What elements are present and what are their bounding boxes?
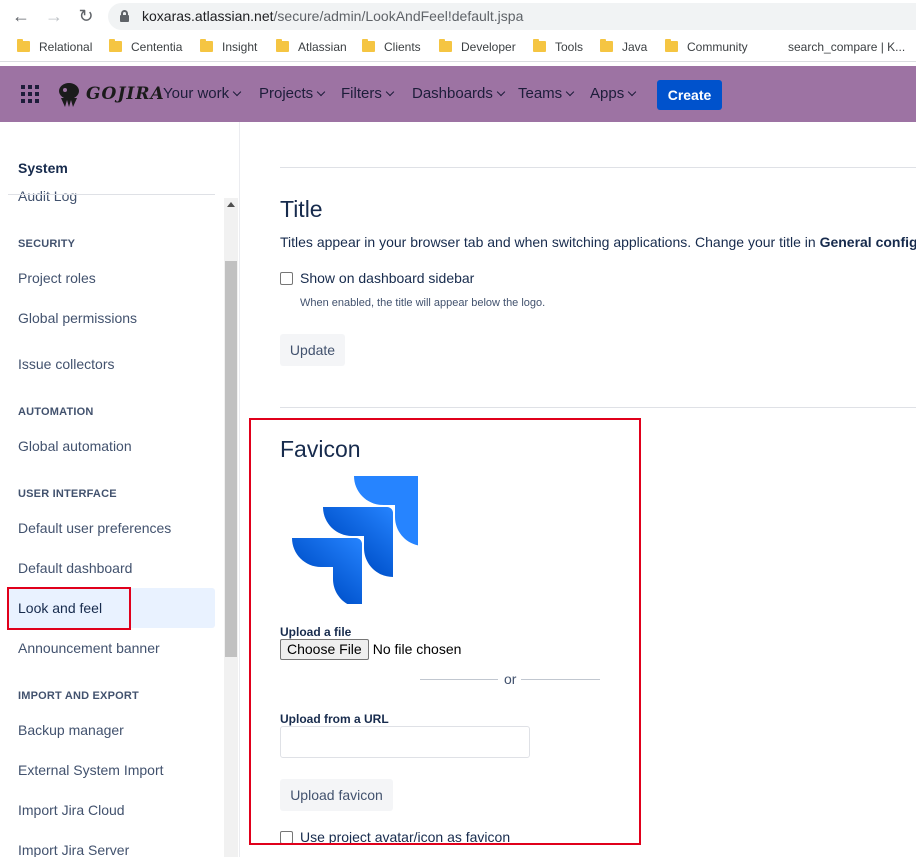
scroll-up-arrow-icon[interactable] bbox=[227, 202, 235, 207]
nav-teams[interactable]: Teams bbox=[518, 85, 575, 102]
section-divider bbox=[280, 167, 916, 168]
site-logo[interactable]: GOJIRA bbox=[55, 80, 164, 108]
bookmark-clients[interactable]: Clients bbox=[362, 39, 421, 55]
bookmark-relational[interactable]: Relational bbox=[17, 39, 92, 55]
nav-your-work[interactable]: Your work bbox=[163, 85, 242, 102]
nav-apps[interactable]: Apps bbox=[590, 85, 637, 102]
bookmark-search-compare[interactable]: search_compare | K... bbox=[788, 39, 905, 55]
update-button[interactable]: Update bbox=[280, 334, 345, 366]
highlight-box-favicon bbox=[249, 418, 641, 845]
bookmarks-bar: Relational Cententia Insight Atlassian C… bbox=[0, 33, 916, 62]
admin-sidebar: System Audit Log SECURITY Project roles … bbox=[0, 122, 240, 857]
sidebar-item-project-roles[interactable]: Project roles bbox=[18, 270, 96, 286]
sidebar-divider bbox=[8, 194, 215, 195]
sidebar-item-announcement-banner[interactable]: Announcement banner bbox=[18, 640, 160, 656]
title-description: Titles appear in your browser tab and wh… bbox=[280, 234, 916, 250]
folder-icon bbox=[362, 39, 375, 52]
sidebar-heading-automation: AUTOMATION bbox=[18, 406, 94, 418]
folder-icon bbox=[665, 39, 678, 52]
show-on-sidebar-checkbox[interactable] bbox=[280, 272, 293, 285]
folder-icon bbox=[276, 39, 289, 52]
highlight-box-look-and-feel bbox=[7, 587, 131, 630]
bookmark-developer[interactable]: Developer bbox=[439, 39, 516, 55]
nav-projects[interactable]: Projects bbox=[259, 85, 326, 102]
folder-icon bbox=[109, 39, 122, 52]
folder-icon bbox=[533, 39, 546, 52]
general-configuration-link[interactable]: General configuration bbox=[820, 234, 916, 250]
folder-icon bbox=[17, 39, 30, 52]
title-help-text: When enabled, the title will appear belo… bbox=[300, 297, 546, 309]
sidebar-heading-user-interface: USER INTERFACE bbox=[18, 488, 117, 500]
bookmark-insight[interactable]: Insight bbox=[200, 39, 257, 55]
bookmark-java[interactable]: Java bbox=[600, 39, 647, 55]
folder-icon bbox=[200, 39, 213, 52]
lock-icon bbox=[120, 10, 129, 22]
nav-dashboards[interactable]: Dashboards bbox=[412, 85, 506, 102]
sidebar-heading-import-export: IMPORT AND EXPORT bbox=[18, 690, 139, 702]
url-text: koxaras.atlassian.net/secure/admin/LookA… bbox=[142, 8, 524, 24]
reload-icon[interactable]: ↻ bbox=[76, 6, 96, 26]
sidebar-title: System bbox=[18, 160, 68, 176]
bookmark-tools[interactable]: Tools bbox=[533, 39, 583, 55]
sidebar-item-global-automation[interactable]: Global automation bbox=[18, 438, 132, 454]
folder-icon bbox=[600, 39, 613, 52]
sidebar-heading-security: SECURITY bbox=[18, 238, 76, 250]
chevron-down-icon bbox=[316, 87, 326, 97]
sidebar-item-import-jira-server[interactable]: Import Jira Server bbox=[18, 842, 129, 857]
chevron-down-icon bbox=[232, 87, 242, 97]
bookmark-atlassian[interactable]: Atlassian bbox=[276, 39, 347, 55]
browser-address-row: ← → ↻ koxaras.atlassian.net/secure/admin… bbox=[0, 0, 916, 33]
sidebar-item-global-permissions[interactable]: Global permissions bbox=[18, 310, 137, 326]
bookmark-community[interactable]: Community bbox=[665, 39, 748, 55]
sidebar-scrollbar[interactable] bbox=[224, 198, 238, 857]
show-on-sidebar-row[interactable]: Show on dashboard sidebar bbox=[280, 270, 474, 286]
section-divider bbox=[280, 407, 916, 408]
logo-text: GOJIRA bbox=[86, 84, 165, 104]
chevron-down-icon bbox=[627, 87, 637, 97]
chevron-down-icon bbox=[496, 87, 506, 97]
gojira-logo-icon bbox=[59, 83, 79, 107]
jira-top-nav: GOJIRA Your work Projects Filters Dashbo… bbox=[0, 66, 916, 122]
scrollbar-thumb[interactable] bbox=[225, 261, 237, 657]
sidebar-item-external-system-import[interactable]: External System Import bbox=[18, 762, 164, 778]
chevron-down-icon bbox=[565, 87, 575, 97]
folder-icon bbox=[439, 39, 452, 52]
back-arrow-icon[interactable]: ← bbox=[11, 6, 31, 26]
sidebar-item-default-dashboard[interactable]: Default dashboard bbox=[18, 560, 132, 576]
sidebar-item-issue-collectors[interactable]: Issue collectors bbox=[18, 356, 114, 372]
forward-arrow-icon[interactable]: → bbox=[44, 6, 64, 26]
nav-filters[interactable]: Filters bbox=[341, 85, 395, 102]
sidebar-item-audit-log[interactable]: Audit Log bbox=[18, 188, 77, 204]
sidebar-item-default-user-preferences[interactable]: Default user preferences bbox=[18, 520, 171, 536]
sidebar-item-import-jira-cloud[interactable]: Import Jira Cloud bbox=[18, 802, 125, 818]
url-bar[interactable]: koxaras.atlassian.net/secure/admin/LookA… bbox=[108, 3, 916, 30]
app-switcher-icon[interactable] bbox=[21, 85, 39, 103]
sidebar-item-backup-manager[interactable]: Backup manager bbox=[18, 722, 124, 738]
bookmark-cententia[interactable]: Cententia bbox=[109, 39, 182, 55]
title-heading: Title bbox=[280, 196, 323, 222]
create-button[interactable]: Create bbox=[657, 80, 722, 110]
chevron-down-icon bbox=[385, 87, 395, 97]
